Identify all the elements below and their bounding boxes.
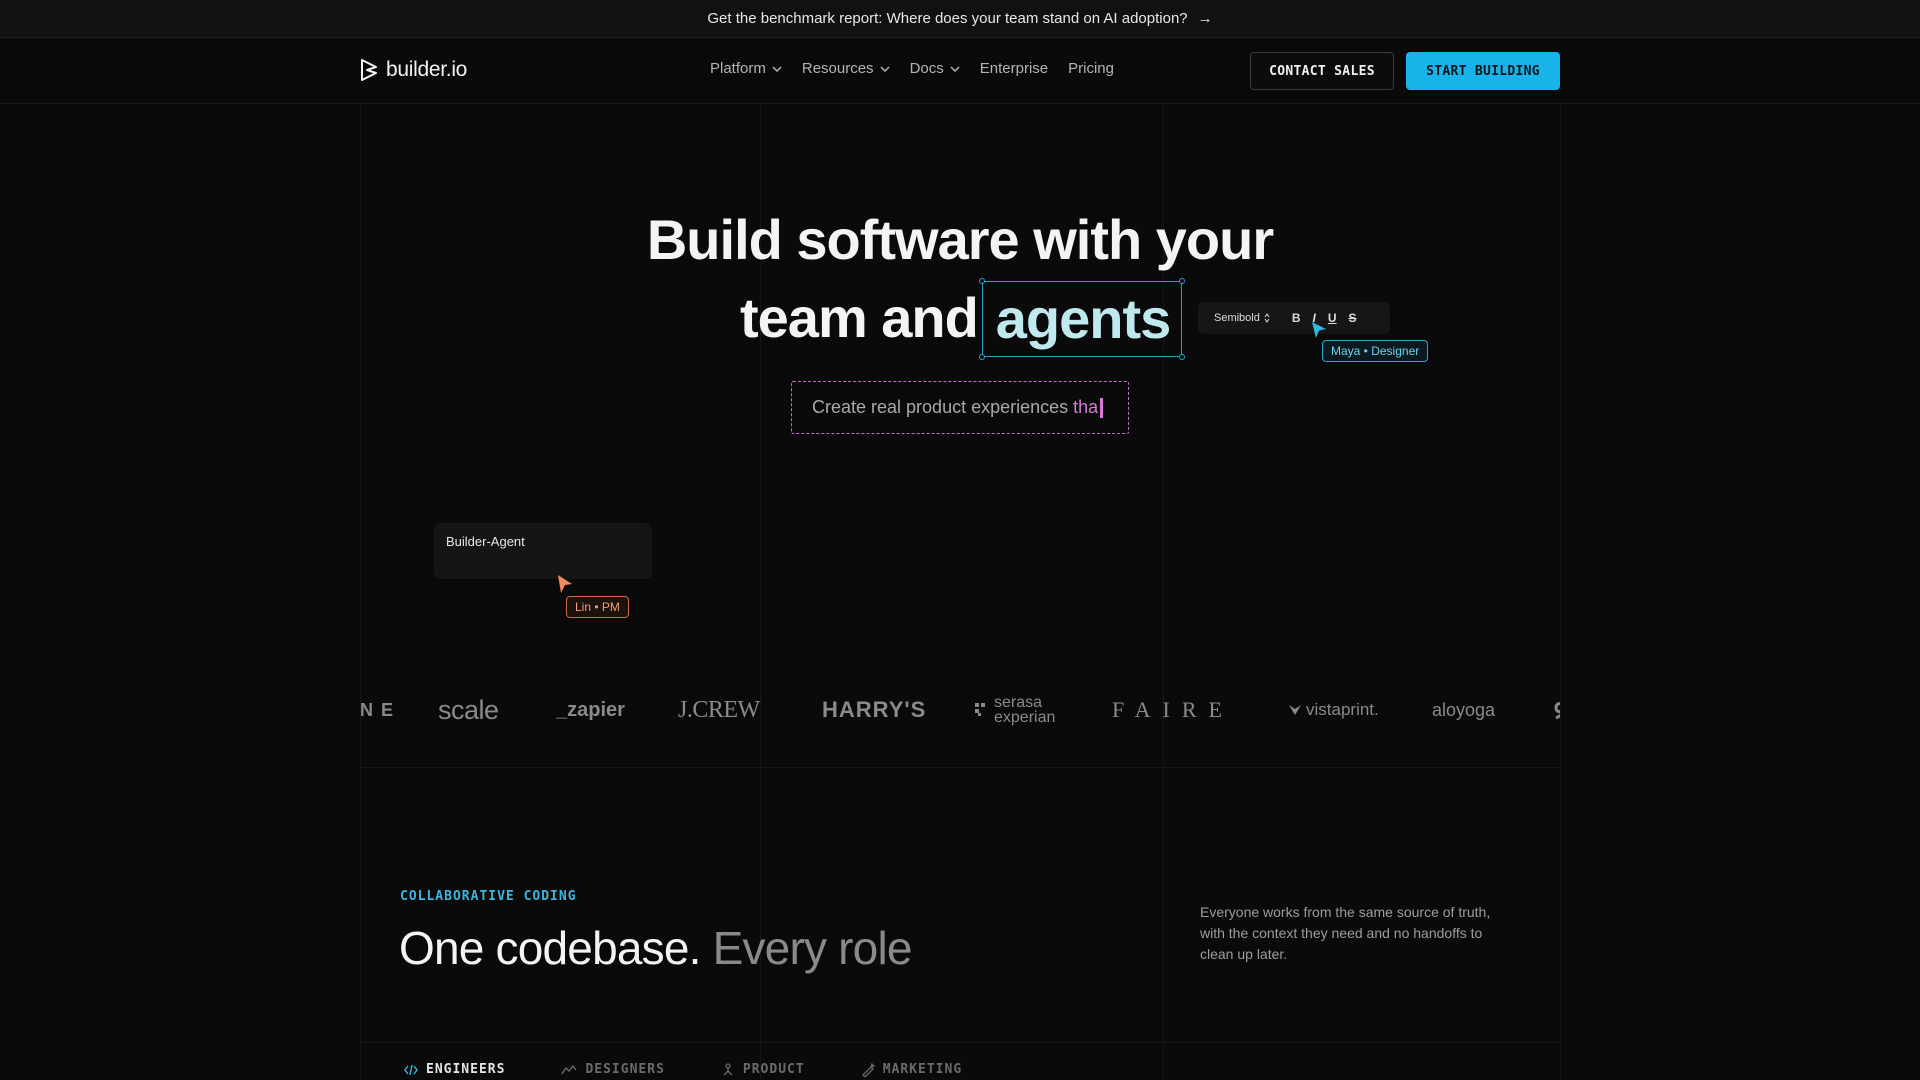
bold-button[interactable]: B bbox=[1292, 311, 1301, 325]
chevron-down-icon bbox=[880, 65, 890, 72]
vistaprint-logo-icon bbox=[1289, 705, 1301, 715]
subtitle-typing: tha bbox=[1073, 397, 1099, 417]
section-description: Everyone works from the same source of t… bbox=[1200, 904, 1491, 962]
menu-label: Resources bbox=[801, 60, 874, 77]
menu-label: Docs bbox=[909, 60, 944, 77]
product-icon bbox=[723, 1062, 733, 1075]
contact-sales-button[interactable]: CONTACT SALES bbox=[1250, 52, 1394, 90]
customer-logo: scale bbox=[438, 694, 499, 725]
tab-label: PRODUCT bbox=[742, 1062, 805, 1077]
strikethrough-button[interactable]: S bbox=[1349, 311, 1357, 325]
designer-presence-tag: Maya • Designer bbox=[1322, 340, 1429, 362]
tab-marketing[interactable]: MARKETING bbox=[861, 1062, 962, 1077]
builder-logo[interactable]: builder.io bbox=[358, 58, 467, 82]
tab-product[interactable]: PRODUCT bbox=[721, 1062, 805, 1077]
tab-designers[interactable]: DESIGNERS bbox=[561, 1062, 664, 1077]
divider bbox=[360, 1042, 1560, 1043]
customer-logo: NE bbox=[360, 699, 402, 720]
hero-heading-line2: team and bbox=[740, 286, 979, 349]
menu-label: Pricing bbox=[1068, 60, 1114, 77]
text-format-toolbar: Semibold B I U S bbox=[1198, 302, 1390, 334]
font-weight-select[interactable]: Semibold bbox=[1214, 312, 1270, 324]
text-caret bbox=[1100, 397, 1104, 418]
design-icon bbox=[561, 1064, 578, 1074]
customer-logo-text: vistaprint. bbox=[1306, 700, 1379, 719]
resize-handle[interactable] bbox=[1179, 354, 1185, 360]
chevron-down-icon bbox=[950, 65, 960, 72]
underline-button[interactable]: U bbox=[1328, 311, 1337, 325]
menu-item-docs[interactable]: Docs bbox=[910, 60, 960, 77]
section-heading: One codebase. Every role bbox=[399, 921, 912, 975]
customer-logo-strip: NE scale _zapier J.CREW HARRY'S serasa e… bbox=[360, 684, 1560, 736]
tab-label: DESIGNERS bbox=[585, 1062, 665, 1077]
agent-card-label: Builder-Agent bbox=[446, 534, 525, 549]
menu-item-resources[interactable]: Resources bbox=[802, 60, 890, 77]
role-tabs: ENGINEERS DESIGNERS PRODUCT MARKETING bbox=[404, 1062, 962, 1077]
cursor-pointer-icon bbox=[558, 575, 572, 593]
partial-logo-icon bbox=[1554, 702, 1560, 720]
customer-logo: aloyoga bbox=[1432, 699, 1496, 720]
tab-label: MARKETING bbox=[882, 1062, 963, 1077]
menu-item-pricing[interactable]: Pricing bbox=[1068, 60, 1114, 77]
divider bbox=[360, 767, 1560, 768]
menu-item-platform[interactable]: Platform bbox=[710, 60, 782, 77]
main-menu: Platform Resources Docs Enterprise Prici… bbox=[710, 60, 1114, 77]
resize-handle[interactable] bbox=[979, 278, 985, 284]
tab-label: ENGINEERS bbox=[426, 1062, 506, 1077]
pm-presence-tag: Lin • PM bbox=[566, 596, 629, 618]
banner-text: Get the benchmark report: Where does you… bbox=[707, 10, 1188, 27]
builder-logo-icon bbox=[361, 59, 377, 81]
font-weight-value: Semibold bbox=[1214, 312, 1260, 324]
section-heading-muted: Every role bbox=[712, 922, 913, 974]
arrow-right-icon: → bbox=[1197, 10, 1213, 27]
menu-label: Platform bbox=[710, 60, 766, 77]
start-building-button[interactable]: START BUILDING bbox=[1406, 52, 1560, 90]
hero-heading-line1: Build software with your bbox=[646, 208, 1274, 271]
marketing-icon bbox=[861, 1062, 875, 1077]
agents-selection-box[interactable]: agents bbox=[979, 278, 1185, 360]
tab-engineers[interactable]: ENGINEERS bbox=[404, 1062, 505, 1077]
resize-handle[interactable] bbox=[979, 354, 985, 360]
chevron-down-icon bbox=[772, 65, 782, 72]
customer-logo: J.CREW bbox=[678, 696, 760, 723]
menu-item-enterprise[interactable]: Enterprise bbox=[980, 60, 1048, 77]
select-arrows-icon bbox=[1264, 313, 1270, 323]
customer-logo: serasa experian bbox=[974, 694, 1112, 726]
section-heading-main: One codebase. bbox=[399, 922, 701, 974]
customer-logo: HARRY'S bbox=[822, 697, 927, 722]
customer-logo-text: serasa experian bbox=[994, 694, 1056, 726]
logo-text: builder.io bbox=[386, 58, 468, 81]
cursor-pointer-icon bbox=[1312, 322, 1326, 338]
menu-label: Enterprise bbox=[979, 60, 1049, 77]
customer-logo-partial bbox=[1552, 700, 1560, 720]
customer-logo: FAIRE bbox=[1112, 697, 1234, 722]
section-eyebrow: COLLABORATIVE CODING bbox=[400, 889, 577, 904]
announcement-banner[interactable]: Get the benchmark report: Where does you… bbox=[0, 0, 1920, 38]
code-icon bbox=[404, 1064, 418, 1075]
top-navigation: builder.io Platform Resources Docs Enter… bbox=[0, 38, 1920, 104]
hero-highlight: agents bbox=[995, 287, 1172, 350]
subtitle-editable[interactable]: Create real product experiences tha bbox=[791, 381, 1129, 434]
resize-handle[interactable] bbox=[1179, 278, 1185, 284]
customer-logo: vistaprint. bbox=[1288, 700, 1432, 720]
customer-logo: _zapier bbox=[556, 698, 625, 721]
builder-agent-card[interactable]: Builder-Agent bbox=[434, 523, 652, 579]
subtitle-text: Create real product experiences bbox=[812, 397, 1069, 417]
serasa-logo-icon bbox=[975, 703, 985, 716]
